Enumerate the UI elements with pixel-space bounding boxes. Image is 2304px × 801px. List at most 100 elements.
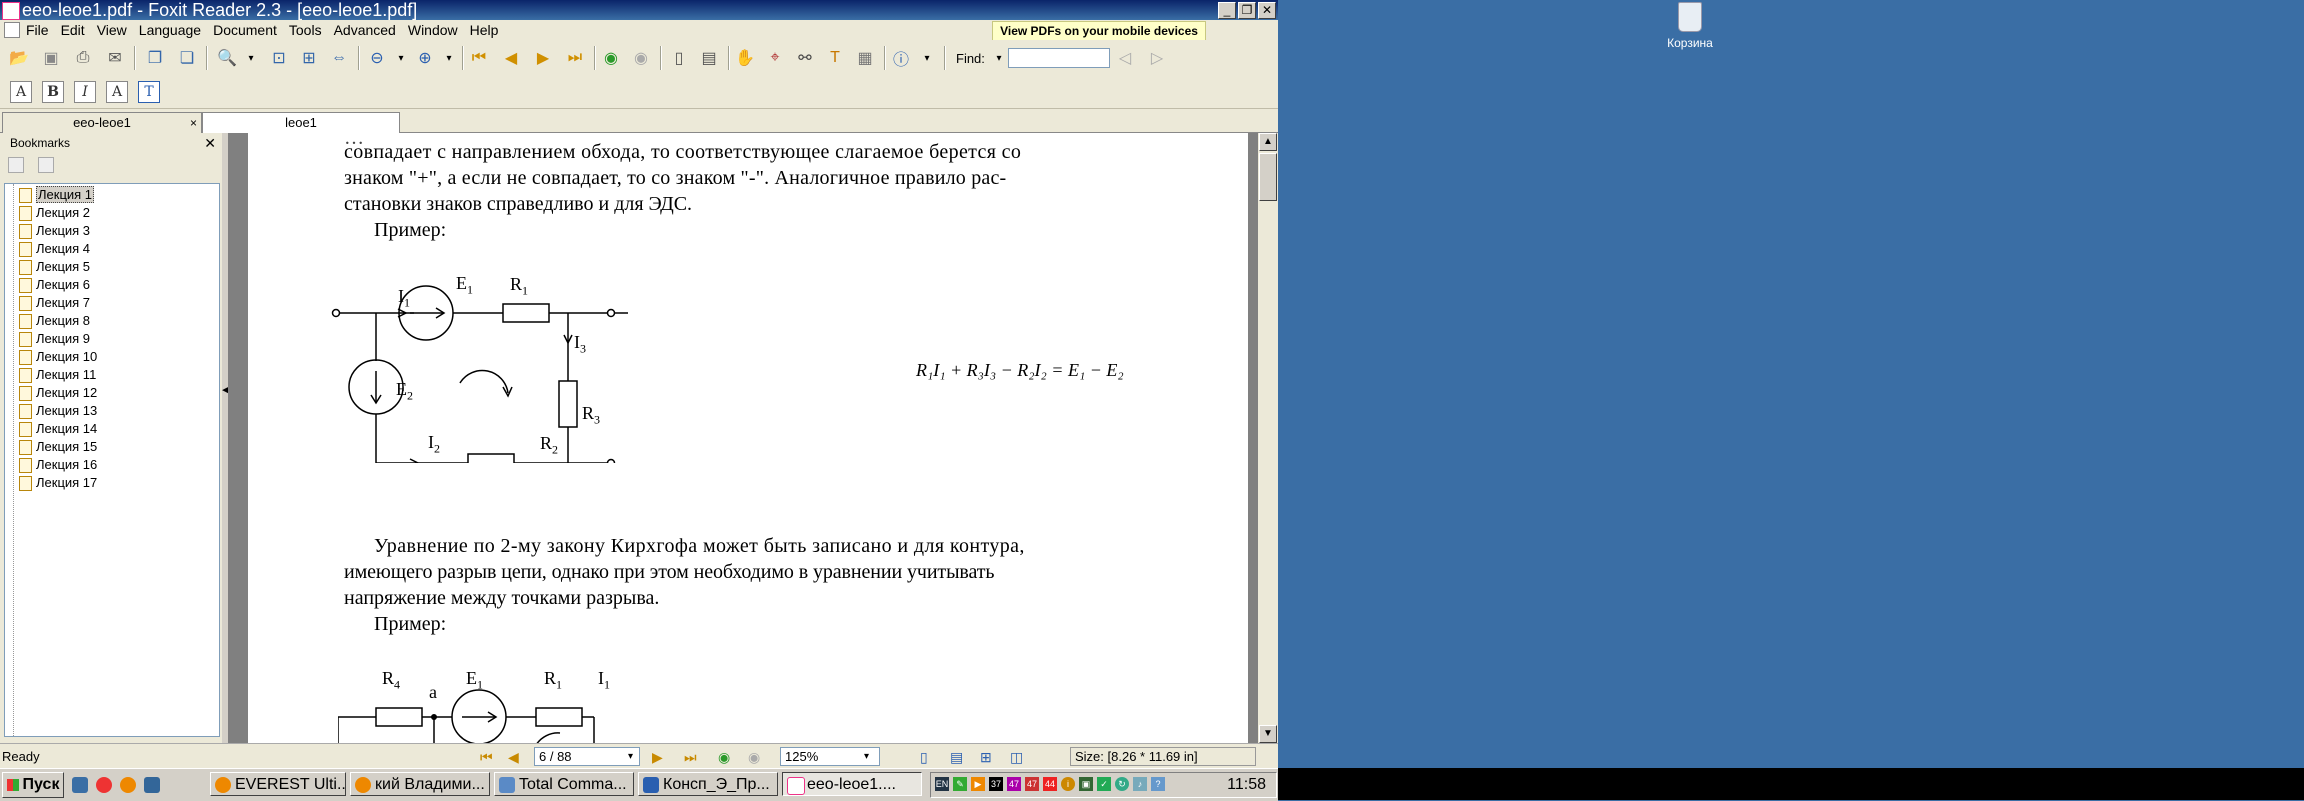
- menu-advanced[interactable]: Advanced: [328, 22, 402, 38]
- task-total-commander[interactable]: Total Comma...: [494, 772, 634, 796]
- bookmark-item[interactable]: Лекция 13: [19, 402, 97, 420]
- zoom-out-icon[interactable]: ⊖: [366, 47, 388, 69]
- font-icon[interactable]: A: [10, 81, 32, 103]
- email-icon[interactable]: ✉: [104, 47, 126, 69]
- first-page-icon[interactable]: ⏮: [480, 749, 493, 766]
- bold-icon[interactable]: B: [42, 81, 64, 103]
- italic-icon[interactable]: I: [74, 81, 96, 103]
- vertical-scrollbar[interactable]: ▲ ▼: [1258, 133, 1277, 743]
- go-forward-icon[interactable]: ◉: [630, 47, 652, 69]
- actual-size-icon[interactable]: ⊡: [268, 47, 290, 69]
- desktop-recycle-bin[interactable]: Корзина: [1660, 0, 1720, 50]
- bookmark-item[interactable]: Лекция 12: [19, 384, 97, 402]
- document-view[interactable]: … совпадает с направлением обхода, то со…: [228, 133, 1258, 743]
- open-icon[interactable]: 📂: [8, 47, 30, 69]
- start-button[interactable]: Пуск: [2, 772, 64, 798]
- menu-tools[interactable]: Tools: [283, 22, 328, 38]
- go-back-icon[interactable]: ◉: [600, 47, 622, 69]
- bookmark-item[interactable]: Лекция 3: [19, 222, 90, 240]
- keyboard-layout-icon[interactable]: EN: [935, 777, 949, 791]
- add-bookmark-icon[interactable]: [38, 157, 54, 173]
- zoom-tool-icon[interactable]: 🔍: [216, 47, 238, 69]
- find-previous-icon[interactable]: ◁: [1114, 47, 1136, 69]
- go-forward-icon[interactable]: ◉: [748, 749, 760, 766]
- chevron-down-icon[interactable]: ▾: [916, 47, 938, 69]
- task-foxit[interactable]: eeo-leoe1....: [782, 772, 922, 796]
- bookmark-item[interactable]: Лекция 16: [19, 456, 97, 474]
- close-panel-icon[interactable]: ✕: [204, 133, 216, 153]
- sync-icon[interactable]: ↻: [1115, 777, 1129, 791]
- continuous-view-icon[interactable]: ▤: [950, 749, 963, 766]
- menu-document[interactable]: Document: [207, 22, 283, 38]
- fit-page-icon[interactable]: ⊞: [298, 47, 320, 69]
- chevron-down-icon[interactable]: ▾: [240, 47, 262, 69]
- task-everest[interactable]: EVEREST Ulti...: [210, 772, 346, 796]
- chevron-down-icon[interactable]: ▾: [864, 751, 869, 762]
- paste-icon[interactable]: ❏: [176, 47, 198, 69]
- save-icon[interactable]: ▣: [40, 47, 62, 69]
- last-page-icon[interactable]: ⏭: [564, 47, 586, 69]
- scroll-up-icon[interactable]: ▲: [1259, 133, 1277, 151]
- chevron-down-icon[interactable]: ▾: [988, 47, 1010, 69]
- bookmark-item[interactable]: Лекция 7: [19, 294, 90, 312]
- bookmark-item[interactable]: Лекция 17: [19, 474, 97, 492]
- close-tab-icon[interactable]: ×: [190, 113, 197, 133]
- minimize-button[interactable]: _: [1218, 2, 1236, 19]
- menu-file[interactable]: File: [20, 22, 55, 38]
- firefox-icon[interactable]: [120, 777, 136, 793]
- chevron-down-icon[interactable]: ▾: [438, 47, 460, 69]
- previous-page-icon[interactable]: ◀: [508, 749, 519, 766]
- title-bar[interactable]: eeo-leoe1.pdf - Foxit Reader 2.3 - [eeo-…: [0, 0, 1278, 20]
- bookmark-item[interactable]: Лекция 6: [19, 276, 90, 294]
- typewriter-text-icon[interactable]: T: [138, 81, 160, 103]
- monitor-icon[interactable]: [144, 777, 160, 793]
- chevron-down-icon[interactable]: ▾: [390, 47, 412, 69]
- pen-icon[interactable]: ✎: [953, 777, 967, 791]
- copy-icon[interactable]: ❐: [144, 47, 166, 69]
- text-color-icon[interactable]: A: [106, 81, 128, 103]
- facing-view-icon[interactable]: ⊞: [980, 749, 992, 766]
- task-browser[interactable]: кий Владими...: [350, 772, 490, 796]
- menu-window[interactable]: Window: [402, 22, 464, 38]
- next-page-icon[interactable]: ▶: [532, 47, 554, 69]
- find-input[interactable]: [1008, 48, 1110, 68]
- security-icon[interactable]: ✓: [1097, 777, 1111, 791]
- media-icon[interactable]: ▶: [971, 777, 985, 791]
- tab-eeo-leoe1[interactable]: eeo-leoe1 ×: [2, 112, 202, 133]
- find-next-icon[interactable]: ▷: [1146, 47, 1168, 69]
- tab-leoe1[interactable]: leoe1: [202, 112, 400, 133]
- bookmark-item[interactable]: Лекция 2: [19, 204, 90, 222]
- image-tool-icon[interactable]: ▦: [854, 47, 876, 69]
- bookmark-item[interactable]: Лекция 8: [19, 312, 90, 330]
- close-button[interactable]: ✕: [1258, 2, 1276, 19]
- first-page-icon[interactable]: ⏮: [468, 47, 490, 69]
- speaker-icon[interactable]: ♪: [1133, 777, 1147, 791]
- info-icon[interactable]: ⓘ: [890, 47, 912, 69]
- hand-tool-icon[interactable]: ✋: [734, 47, 756, 69]
- fit-width-icon[interactable]: ⇔: [328, 47, 350, 69]
- scroll-down-icon[interactable]: ▼: [1259, 725, 1277, 743]
- bookmark-item[interactable]: Лекция 1: [19, 186, 95, 204]
- single-page-icon[interactable]: ▯: [668, 47, 690, 69]
- temp-icon-1[interactable]: 37: [989, 777, 1003, 791]
- bookmark-item[interactable]: Лекция 11: [19, 366, 96, 384]
- go-back-icon[interactable]: ◉: [718, 749, 730, 766]
- typewriter-icon[interactable]: T: [824, 47, 846, 69]
- task-konspekt[interactable]: Консп_Э_Пр...: [638, 772, 778, 796]
- bookmark-item[interactable]: Лекция 10: [19, 348, 97, 366]
- continuous-facing-icon[interactable]: ◫: [1010, 749, 1023, 766]
- zoom-in-icon[interactable]: ⊕: [414, 47, 436, 69]
- page-number-input[interactable]: 6 / 88: [534, 747, 640, 766]
- maximize-button[interactable]: ❐: [1238, 2, 1256, 19]
- snapshot-icon[interactable]: ⚯: [794, 47, 816, 69]
- info-tray-icon[interactable]: ?: [1151, 777, 1165, 791]
- single-page-view-icon[interactable]: ▯: [920, 749, 928, 766]
- print-icon[interactable]: ⎙: [72, 47, 94, 69]
- last-page-icon[interactable]: ⏭: [684, 749, 697, 766]
- bookmark-item[interactable]: Лекция 14: [19, 420, 97, 438]
- recycle-bin-icon[interactable]: [1678, 2, 1702, 32]
- next-page-icon[interactable]: ▶: [652, 749, 663, 766]
- document-icon[interactable]: [4, 22, 20, 38]
- menu-edit[interactable]: Edit: [55, 22, 91, 38]
- mobile-promo-link[interactable]: View PDFs on your mobile devices: [992, 21, 1206, 41]
